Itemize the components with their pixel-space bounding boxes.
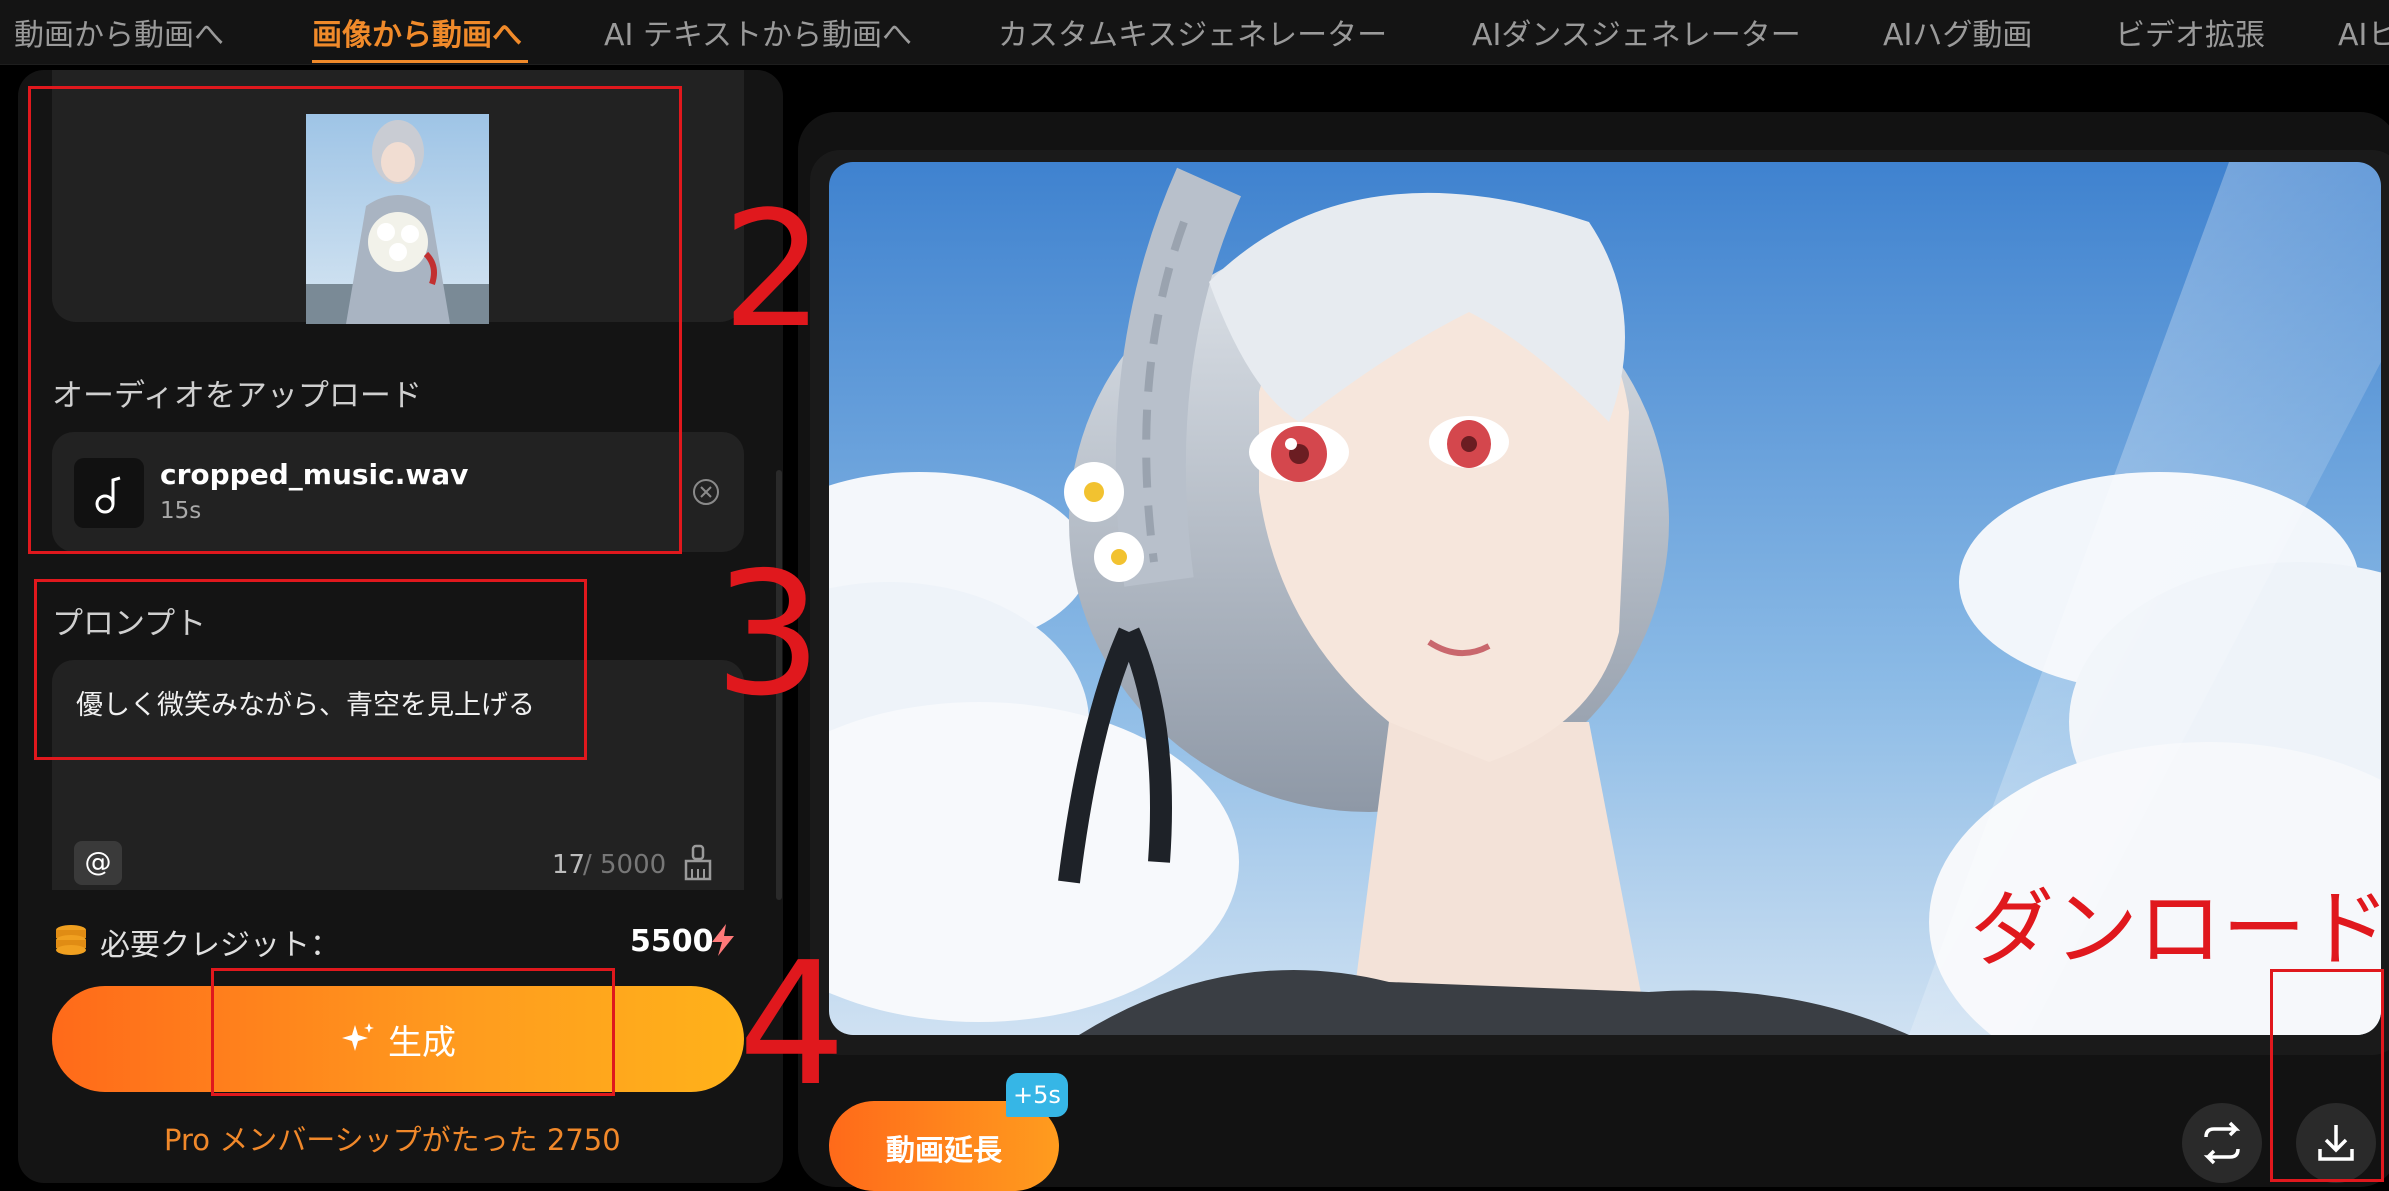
nav-dance-generator[interactable]: AIダンスジェネレーター [1472, 10, 1801, 54]
annotation-step-4: 4 [738, 926, 847, 1124]
nav-kiss-generator[interactable]: カスタムキスジェネレーター [998, 10, 1387, 54]
credits-label: 必要クレジット： [100, 928, 340, 963]
nav-hug-video[interactable]: AIハグ動画 [1883, 10, 2032, 54]
close-circle-icon[interactable] [690, 476, 722, 508]
annotation-step-3: 3 [714, 536, 823, 734]
nav-video-extend[interactable]: ビデオ拡張 [2115, 10, 2265, 54]
extend-video-label: 動画延長 [885, 1133, 1002, 1167]
annotation-box-3 [34, 579, 587, 760]
repeat-button[interactable] [2182, 1103, 2262, 1183]
nav-active-underline [312, 60, 528, 63]
nav-image-to-video[interactable]: 画像から動画へ [312, 10, 522, 54]
annotation-box-download [2270, 969, 2384, 1182]
annotation-download-label: ダンロード [1970, 880, 2389, 978]
extend-badge: +5s [1006, 1073, 1068, 1117]
repeat-icon [2203, 1121, 2241, 1165]
coin-stack-icon [54, 922, 88, 958]
brush-icon[interactable] [680, 843, 716, 883]
top-nav: 動画から動画へ 画像から動画へ AI テキストから動画へ カスタムキスジェネレー… [0, 0, 2389, 65]
char-count: 17 [552, 850, 586, 880]
lightning-icon [708, 922, 738, 958]
credits-value: 5500 [630, 924, 714, 959]
pro-membership-text[interactable]: Pro メンバーシップがたった 2750 [164, 1117, 621, 1159]
annotation-step-2: 2 [722, 176, 824, 363]
char-count-separator: / [583, 850, 592, 880]
annotation-box-4 [211, 968, 615, 1096]
nav-video-to-video[interactable]: 動画から動画へ [14, 10, 224, 54]
char-max: 5000 [600, 850, 667, 880]
nav-text-to-video[interactable]: AI テキストから動画へ [604, 10, 912, 54]
nav-more[interactable]: AIヒ [2338, 10, 2389, 54]
annotation-box-2 [28, 86, 682, 554]
mention-button[interactable]: @ [74, 841, 122, 885]
